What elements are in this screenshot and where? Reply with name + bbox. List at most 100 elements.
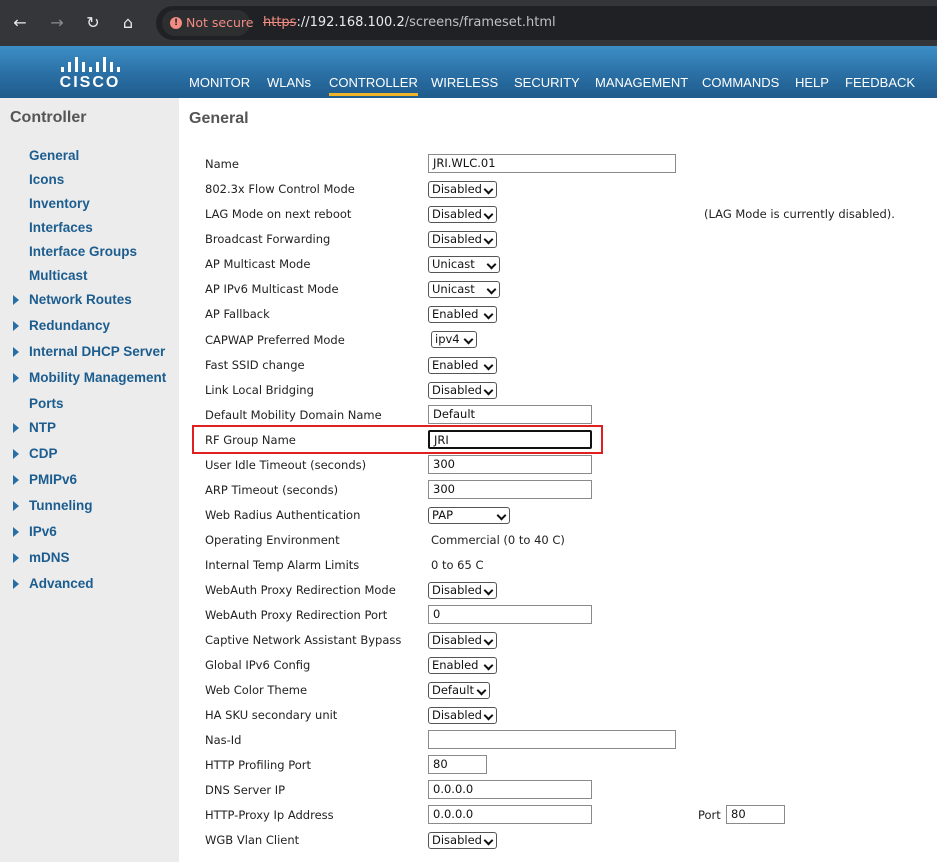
- sidebar-item-interfaces[interactable]: Interfaces: [29, 220, 93, 235]
- security-chip[interactable]: ! Not secure: [162, 10, 253, 36]
- warning-icon: !: [170, 17, 182, 29]
- broadcast-forwarding-select[interactable]: Disabled: [428, 231, 497, 248]
- field-label: DNS Server IP: [205, 783, 286, 797]
- sidebar-item-multicast[interactable]: Multicast: [29, 268, 88, 283]
- webauth-proxy-port-input[interactable]: 0: [428, 605, 592, 624]
- tab-wireless[interactable]: WIRELESS: [431, 74, 498, 92]
- field-label: Fast SSID change: [205, 358, 305, 372]
- sidebar-item-general[interactable]: General: [29, 148, 79, 163]
- sidebar-item-icons[interactable]: Icons: [29, 172, 64, 187]
- ap-fallback-select[interactable]: Enabled: [428, 306, 497, 323]
- sidebar: Controller General Icons Inventory Inter…: [0, 98, 179, 862]
- sidebar-item-internal-dhcp-server[interactable]: Internal DHCP Server: [29, 344, 165, 359]
- expand-arrow-icon[interactable]: [13, 449, 19, 459]
- sidebar-item-interface-groups[interactable]: Interface Groups: [29, 244, 137, 259]
- field-label: WebAuth Proxy Redirection Mode: [205, 583, 396, 597]
- web-radius-auth-select[interactable]: PAP: [428, 507, 510, 524]
- global-ipv6-select[interactable]: Enabled: [428, 657, 497, 674]
- tab-help[interactable]: HELP: [795, 74, 829, 92]
- sidebar-item-mobility-management[interactable]: Mobility Management: [29, 370, 166, 385]
- tab-management[interactable]: MANAGEMENT: [595, 74, 688, 92]
- dns-server-ip-input[interactable]: 0.0.0.0: [428, 780, 592, 799]
- back-arrow-icon[interactable]: ←: [9, 12, 31, 34]
- field-label: Nas-Id: [205, 733, 242, 747]
- tab-feedback[interactable]: FEEDBACK: [845, 74, 915, 92]
- ap-multicast-mode-select[interactable]: Unicast: [428, 256, 500, 273]
- expand-arrow-icon[interactable]: [13, 527, 19, 537]
- http-profiling-port-input[interactable]: 80: [428, 755, 487, 774]
- field-label: CAPWAP Preferred Mode: [205, 333, 345, 347]
- field-label: Default Mobility Domain Name: [205, 408, 382, 422]
- url-protocol: https: [263, 15, 297, 30]
- expand-arrow-icon[interactable]: [13, 295, 19, 305]
- sidebar-item-ports[interactable]: Ports: [29, 396, 64, 411]
- tab-wlans[interactable]: WLANs: [267, 74, 311, 92]
- field-label: Internal Temp Alarm Limits: [205, 558, 360, 572]
- expand-arrow-icon[interactable]: [13, 423, 19, 433]
- wgb-vlan-client-select[interactable]: Disabled: [428, 832, 497, 849]
- field-label: AP IPv6 Multicast Mode: [205, 282, 339, 296]
- http-proxy-ip-input[interactable]: 0.0.0.0: [428, 805, 592, 824]
- captive-bypass-select[interactable]: Disabled: [428, 632, 497, 649]
- webauth-proxy-mode-select[interactable]: Disabled: [428, 582, 497, 599]
- field-label: Web Color Theme: [205, 683, 308, 697]
- field-label: AP Multicast Mode: [205, 257, 311, 271]
- sidebar-item-mdns[interactable]: mDNS: [29, 550, 70, 565]
- nas-id-input[interactable]: [428, 730, 676, 749]
- expand-arrow-icon[interactable]: [13, 579, 19, 589]
- field-label: HTTP Profiling Port: [205, 758, 312, 772]
- url-path: /screens/frameset.html: [404, 15, 556, 30]
- home-icon[interactable]: ⌂: [117, 12, 139, 34]
- field-label: Captive Network Assistant Bypass: [205, 633, 402, 647]
- field-label: User Idle Timeout (seconds): [205, 458, 367, 472]
- flow-control-select[interactable]: Disabled: [428, 181, 497, 198]
- sidebar-item-advanced[interactable]: Advanced: [29, 576, 94, 591]
- cisco-bars-icon: [61, 52, 120, 72]
- rf-group-name-input[interactable]: JRI: [428, 430, 592, 449]
- sidebar-item-inventory[interactable]: Inventory: [29, 196, 90, 211]
- name-input[interactable]: JRI.WLC.01: [428, 154, 676, 173]
- address-bar[interactable]: ! Not secure https://192.168.100.2/scree…: [156, 6, 937, 40]
- field-label: WebAuth Proxy Redirection Port: [205, 608, 388, 622]
- sidebar-item-ntp[interactable]: NTP: [29, 420, 56, 435]
- sidebar-item-tunneling[interactable]: Tunneling: [29, 498, 93, 513]
- app-header: CISCO MONITOR WLANs CONTROLLER WIRELESS …: [0, 46, 937, 98]
- cisco-logo: CISCO: [58, 52, 122, 92]
- ap-ipv6-multicast-mode-select[interactable]: Unicast: [428, 281, 500, 298]
- web-color-theme-select[interactable]: Default: [428, 682, 490, 699]
- arp-timeout-input[interactable]: 300: [428, 480, 592, 499]
- tab-security[interactable]: SECURITY: [514, 74, 580, 92]
- sidebar-item-pmipv6[interactable]: PMIPv6: [29, 472, 77, 487]
- reload-icon[interactable]: ↻: [82, 12, 104, 34]
- field-label: 802.3x Flow Control Mode: [205, 182, 355, 196]
- sidebar-item-cdp[interactable]: CDP: [29, 446, 58, 461]
- sidebar-item-network-routes[interactable]: Network Routes: [29, 292, 132, 307]
- page-title: General: [189, 110, 249, 127]
- lag-mode-select[interactable]: Disabled: [428, 206, 497, 223]
- sidebar-title: Controller: [10, 109, 87, 126]
- expand-arrow-icon[interactable]: [13, 475, 19, 485]
- expand-arrow-icon[interactable]: [13, 347, 19, 357]
- link-local-bridging-select[interactable]: Disabled: [428, 382, 497, 399]
- field-label: RF Group Name: [205, 433, 296, 447]
- mobility-domain-input[interactable]: Default: [428, 405, 592, 424]
- field-label: Name: [205, 157, 239, 171]
- sidebar-item-redundancy[interactable]: Redundancy: [29, 318, 110, 333]
- expand-arrow-icon[interactable]: [13, 321, 19, 331]
- browser-toolbar: ← → ↻ ⌂ ! Not secure https://192.168.100…: [0, 0, 937, 46]
- user-idle-timeout-input[interactable]: 300: [428, 455, 592, 474]
- expand-arrow-icon[interactable]: [13, 373, 19, 383]
- capwap-mode-select[interactable]: ipv4: [431, 331, 477, 348]
- sidebar-item-ipv6[interactable]: IPv6: [29, 524, 57, 539]
- http-proxy-port-input[interactable]: 80: [726, 805, 785, 824]
- port-label: Port: [698, 808, 721, 822]
- expand-arrow-icon[interactable]: [13, 553, 19, 563]
- tab-controller[interactable]: CONTROLLER: [329, 74, 418, 96]
- ha-sku-select[interactable]: Disabled: [428, 707, 497, 724]
- forward-arrow-icon[interactable]: →: [46, 12, 68, 34]
- field-label: Global IPv6 Config: [205, 658, 311, 672]
- tab-commands[interactable]: COMMANDS: [702, 74, 779, 92]
- tab-monitor[interactable]: MONITOR: [189, 74, 250, 92]
- expand-arrow-icon[interactable]: [13, 501, 19, 511]
- fast-ssid-select[interactable]: Enabled: [428, 357, 497, 374]
